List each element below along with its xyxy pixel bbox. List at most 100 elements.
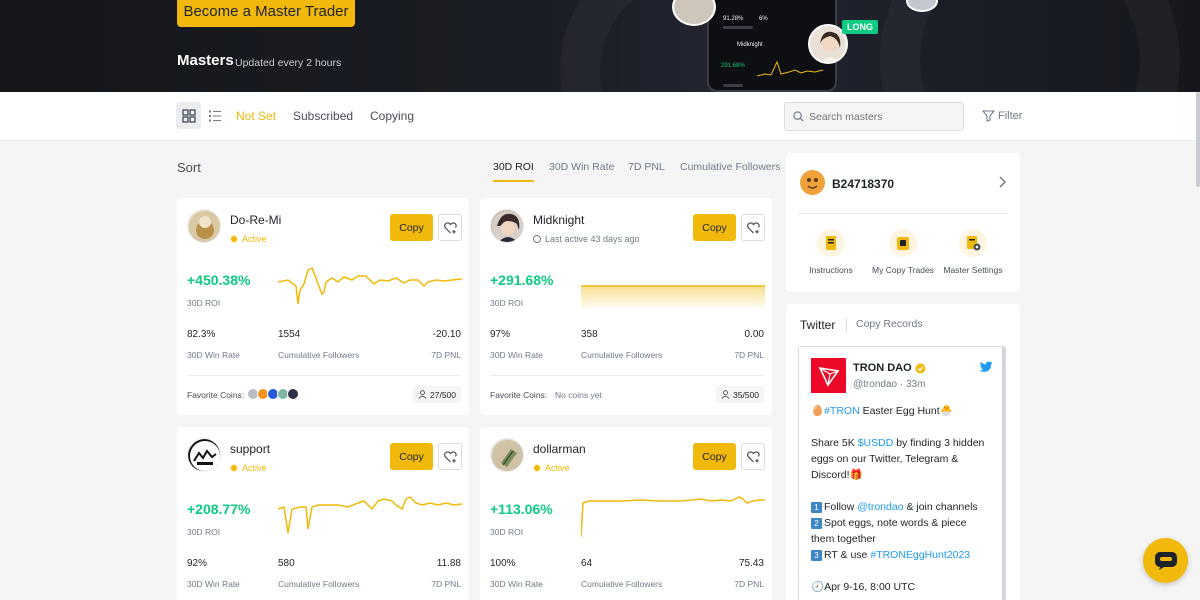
hero-banner: Become a Master Trader Masters Updated e…	[0, 0, 1200, 92]
master-settings-button[interactable]: Master Settings	[938, 229, 1008, 275]
tweet-account-name[interactable]: TRON DAO	[853, 362, 926, 374]
avatar	[187, 438, 221, 472]
divider	[490, 375, 764, 376]
no-coins-text: No coins yet	[555, 390, 602, 400]
pnl-value: 11.88	[436, 558, 461, 569]
chevron-right-icon[interactable]	[996, 175, 1008, 189]
grid-view-button[interactable]	[176, 102, 201, 129]
user-icon	[418, 390, 427, 399]
status-text: Active	[545, 463, 570, 473]
roi-label: 30D ROI	[490, 527, 524, 537]
username[interactable]: B24718370	[832, 177, 894, 191]
phone-name-text: Midknight	[737, 42, 763, 48]
mention-link[interactable]: @trondao	[857, 501, 903, 513]
my-copy-trades-button[interactable]: My Copy Trades	[868, 229, 938, 275]
favorite-button[interactable]	[741, 214, 765, 241]
heart-plus-icon	[746, 450, 760, 462]
filter-toolbar: Not Set Subscribed Copying Filter	[0, 92, 1200, 141]
pnl-label: 7D PNL	[431, 350, 461, 360]
page-title: Masters	[177, 52, 234, 69]
hashtag-link[interactable]: #TRON	[824, 405, 860, 417]
win-rate-value: 92%	[187, 558, 208, 569]
filter-button[interactable]: Filter	[982, 109, 1022, 122]
master-name[interactable]: dollarman	[533, 442, 586, 456]
pnl-label: 7D PNL	[734, 350, 764, 360]
followers-value: 358	[581, 329, 598, 340]
roi-sparkline	[581, 285, 765, 308]
instructions-button[interactable]: Instructions	[796, 229, 866, 275]
number-1-icon: 1	[811, 502, 822, 513]
active-dot-icon	[230, 464, 238, 472]
copy-button[interactable]: Copy	[390, 443, 433, 470]
grid-icon	[181, 108, 196, 123]
search-box[interactable]	[784, 102, 964, 131]
twitter-panel: Twitter Copy Records TRON DAO @trondao ·…	[786, 304, 1020, 600]
pnl-value: -20.10	[432, 329, 461, 340]
page-scrollbar[interactable]	[1196, 92, 1200, 187]
tab-subscribed[interactable]: Subscribed	[293, 109, 353, 123]
favorite-button[interactable]	[438, 214, 462, 241]
user-icon	[721, 390, 730, 399]
cashtag-link[interactable]: $USDD	[858, 437, 894, 449]
my-copy-trades-label: My Copy Trades	[872, 265, 934, 275]
favorite-coins-label: Favorite Coins:	[187, 390, 245, 400]
chat-support-button[interactable]	[1143, 538, 1188, 583]
avatar	[490, 438, 524, 472]
phone-roi-text: 291.68%	[721, 63, 745, 69]
hero-decoration	[880, 0, 1180, 92]
heart-plus-icon	[443, 450, 457, 462]
master-card[interactable]: Do-Re-Mi Active Copy +450.38% 30D ROI 82…	[177, 198, 469, 415]
win-rate-value: 82.3%	[187, 329, 216, 340]
sort-7d-pnl[interactable]: 7D PNL	[628, 161, 665, 173]
hashtag-link[interactable]: #TRONEggHunt2023	[870, 549, 970, 561]
master-name[interactable]: support	[230, 442, 270, 456]
roi-sparkline	[278, 266, 462, 305]
tweet-line: 🥚#TRON Easter Egg Hunt🐣	[811, 403, 991, 419]
copy-button[interactable]: Copy	[693, 443, 736, 470]
active-dot-icon	[230, 235, 238, 243]
divider	[187, 375, 461, 376]
become-master-trader-button[interactable]: Become a Master Trader	[177, 0, 355, 27]
list-view-button[interactable]	[202, 102, 227, 129]
tweet-line: 2 Spot eggs, note words & piece them toge…	[811, 515, 991, 547]
followers-value: 64	[581, 558, 593, 569]
status-text: Active	[242, 234, 267, 244]
followers-label: Cumulative Followers	[581, 579, 663, 589]
favorite-button[interactable]	[741, 443, 765, 470]
sort-30d-win-rate[interactable]: 30D Win Rate	[549, 161, 614, 173]
sort-30d-roi[interactable]: 30D ROI	[493, 161, 534, 182]
master-name[interactable]: Midknight	[533, 213, 584, 227]
tweet-scrollbar[interactable]	[1002, 347, 1005, 600]
tab-twitter[interactable]: Twitter	[800, 318, 835, 332]
tweet-line: 🕗Apr 9-16, 8:00 UTC	[811, 579, 991, 595]
roi-value: +113.06%	[490, 501, 553, 517]
user-avatar[interactable]	[800, 170, 825, 195]
master-name[interactable]: Do-Re-Mi	[230, 213, 281, 227]
copy-button[interactable]: Copy	[390, 214, 433, 241]
tab-copying[interactable]: Copying	[370, 109, 414, 123]
copier-capacity-badge: 27/500	[413, 386, 461, 403]
tab-not-set[interactable]: Not Set	[236, 109, 276, 123]
master-card[interactable]: Midknight Last active 43 days ago Copy +…	[480, 198, 772, 415]
number-2-icon: 2	[811, 518, 822, 529]
sort-cumulative-followers[interactable]: Cumulative Followers	[680, 161, 780, 173]
search-input[interactable]	[809, 110, 959, 123]
tweet-card[interactable]: TRON DAO @trondao · 33m 🥚#TRON Easter Eg…	[798, 346, 1006, 600]
copy-trades-icon	[889, 229, 917, 257]
win-rate-value: 100%	[490, 558, 516, 569]
verified-badge-icon	[915, 363, 926, 373]
favorite-button[interactable]	[438, 443, 462, 470]
tab-copy-records[interactable]: Copy Records	[856, 318, 923, 330]
followers-label: Cumulative Followers	[278, 350, 360, 360]
heart-plus-icon	[746, 221, 760, 233]
master-card[interactable]: dollarman Active Copy +113.06% 30D ROI 1…	[480, 427, 772, 600]
win-rate-value: 97%	[490, 329, 511, 340]
twitter-bird-icon[interactable]	[979, 361, 993, 373]
active-dot-icon	[533, 464, 541, 472]
avatar	[490, 209, 524, 243]
copy-button[interactable]: Copy	[693, 214, 736, 241]
master-card[interactable]: support Active Copy +208.77% 30D ROI 92%…	[177, 427, 469, 600]
roi-label: 30D ROI	[187, 527, 221, 537]
win-rate-label: 30D Win Rate	[490, 579, 543, 589]
tweet-text: RT & use	[824, 549, 871, 561]
